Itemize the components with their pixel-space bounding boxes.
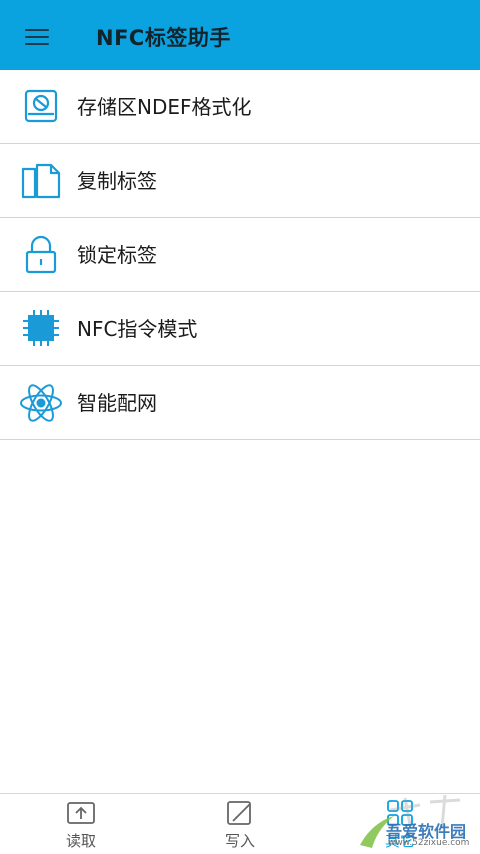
menu-item-label: 存储区NDEF格式化 (77, 95, 252, 119)
tab-write-label: 写入 (224, 832, 255, 850)
tab-read[interactable]: 读取 (21, 794, 141, 854)
menu-list: 存储区NDEF格式化 复制标签 锁定标签 NFC指令模式 智能配网 (0, 70, 480, 440)
chip-icon (19, 309, 63, 349)
watermark-url: www.52zixue.com (388, 838, 470, 848)
hamburger-menu-icon[interactable] (25, 29, 49, 45)
menu-item-nfc-command[interactable]: NFC指令模式 (0, 292, 480, 366)
copy-icon (19, 161, 63, 201)
tab-read-label: 读取 (65, 832, 96, 850)
write-icon (225, 800, 255, 826)
menu-item-label: 智能配网 (77, 391, 157, 415)
menu-item-lock-tag[interactable]: 锁定标签 (0, 218, 480, 292)
app-title: NFC标签助手 (96, 26, 231, 50)
menu-item-label: 复制标签 (77, 169, 157, 193)
lock-icon (19, 235, 63, 275)
menu-item-label: 锁定标签 (77, 243, 157, 267)
menu-item-copy-tag[interactable]: 复制标签 (0, 144, 480, 218)
menu-item-ndef-format[interactable]: 存储区NDEF格式化 (0, 70, 480, 144)
menu-item-label: NFC指令模式 (77, 317, 198, 341)
atom-network-icon (19, 383, 63, 423)
storage-format-icon (19, 87, 63, 127)
menu-item-smart-network[interactable]: 智能配网 (0, 366, 480, 440)
app-bar: NFC标签助手 (0, 0, 480, 70)
read-icon (66, 800, 96, 826)
tab-write[interactable]: 写入 (180, 794, 300, 854)
